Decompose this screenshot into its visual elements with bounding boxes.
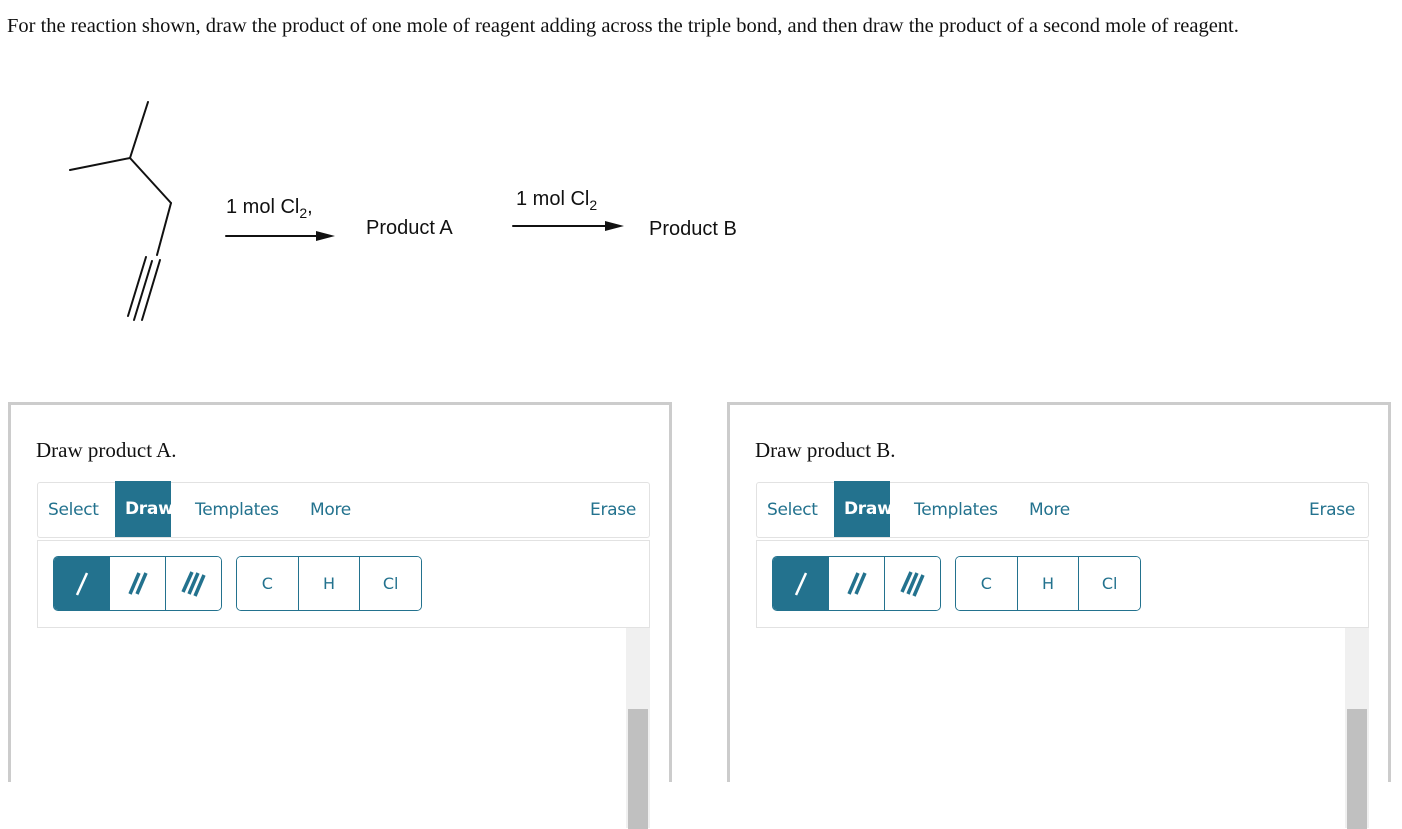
drawing-canvas[interactable] (37, 628, 650, 829)
atom-h-button[interactable]: H (297, 557, 360, 610)
scrollbar-thumb[interactable] (628, 709, 648, 829)
bond-tool-group (772, 556, 941, 611)
tab-templates[interactable]: Templates (914, 483, 998, 537)
double-bond-button[interactable] (109, 557, 165, 610)
bond-ch-ch2 (129, 157, 172, 204)
draw-panel-a: Draw product A. Select Draw Templates Mo… (8, 402, 672, 829)
question-prompt: For the reaction shown, draw the product… (7, 15, 1239, 37)
single-bond-button[interactable] (773, 557, 828, 610)
bond-tool-group (53, 556, 222, 611)
panel-title: Draw product B. (755, 438, 896, 462)
reaction-scheme: 1 mol Cl2, Product A 1 mol Cl2 Product B (0, 90, 800, 340)
arrow2-reagent-label: 1 mol Cl2 (516, 188, 598, 213)
triple-bond-3 (141, 259, 161, 321)
double-bond-icon (846, 571, 867, 595)
bond-methyl-left (69, 157, 131, 171)
single-bond-icon (794, 571, 807, 596)
draw-tools-bar: C H Cl (756, 540, 1369, 628)
starting-material-structure (69, 101, 624, 321)
arrow-head-1 (316, 231, 335, 241)
scrollbar-thumb[interactable] (1347, 709, 1367, 829)
erase-button[interactable]: Erase (590, 483, 636, 537)
atom-c-button[interactable]: C (237, 557, 298, 610)
triple-bond-button[interactable] (884, 557, 940, 610)
tab-select[interactable]: Select (48, 483, 99, 537)
drawing-canvas[interactable] (756, 628, 1369, 829)
atom-tool-group: C H Cl (236, 556, 422, 611)
atom-tool-group: C H Cl (955, 556, 1141, 611)
editor-toolbar: Select Draw Templates More Erase (37, 481, 650, 538)
tab-more[interactable]: More (310, 483, 351, 537)
panel-title: Draw product A. (36, 438, 177, 462)
arrow-head-2 (605, 221, 624, 231)
product-a-label: Product A (366, 217, 453, 239)
erase-button[interactable]: Erase (1309, 483, 1355, 537)
triple-bond-button[interactable] (165, 557, 221, 610)
tab-select[interactable]: Select (767, 483, 818, 537)
triple-bond-icon (180, 570, 206, 597)
tab-draw[interactable]: Draw (115, 481, 174, 537)
tab-draw[interactable]: Draw (834, 481, 893, 537)
editor-toolbar: Select Draw Templates More Erase (756, 481, 1369, 538)
draw-panel-b: Draw product B. Select Draw Templates Mo… (727, 402, 1391, 829)
atom-h-button[interactable]: H (1016, 557, 1079, 610)
atom-cl-button[interactable]: Cl (1078, 557, 1140, 610)
single-bond-icon (75, 571, 88, 596)
bond-methyl-top (129, 101, 149, 159)
arrow1-reagent-label: 1 mol Cl2, (226, 196, 313, 221)
tab-more[interactable]: More (1029, 483, 1070, 537)
double-bond-icon (127, 571, 148, 595)
tab-templates[interactable]: Templates (195, 483, 279, 537)
single-bond-button[interactable] (54, 557, 109, 610)
double-bond-button[interactable] (828, 557, 884, 610)
atom-cl-button[interactable]: Cl (359, 557, 421, 610)
product-b-label: Product B (649, 218, 737, 240)
triple-bond-icon (899, 570, 925, 597)
draw-tools-bar: C H Cl (37, 540, 650, 628)
bond-ch2-alkyne (156, 202, 172, 256)
atom-c-button[interactable]: C (956, 557, 1017, 610)
